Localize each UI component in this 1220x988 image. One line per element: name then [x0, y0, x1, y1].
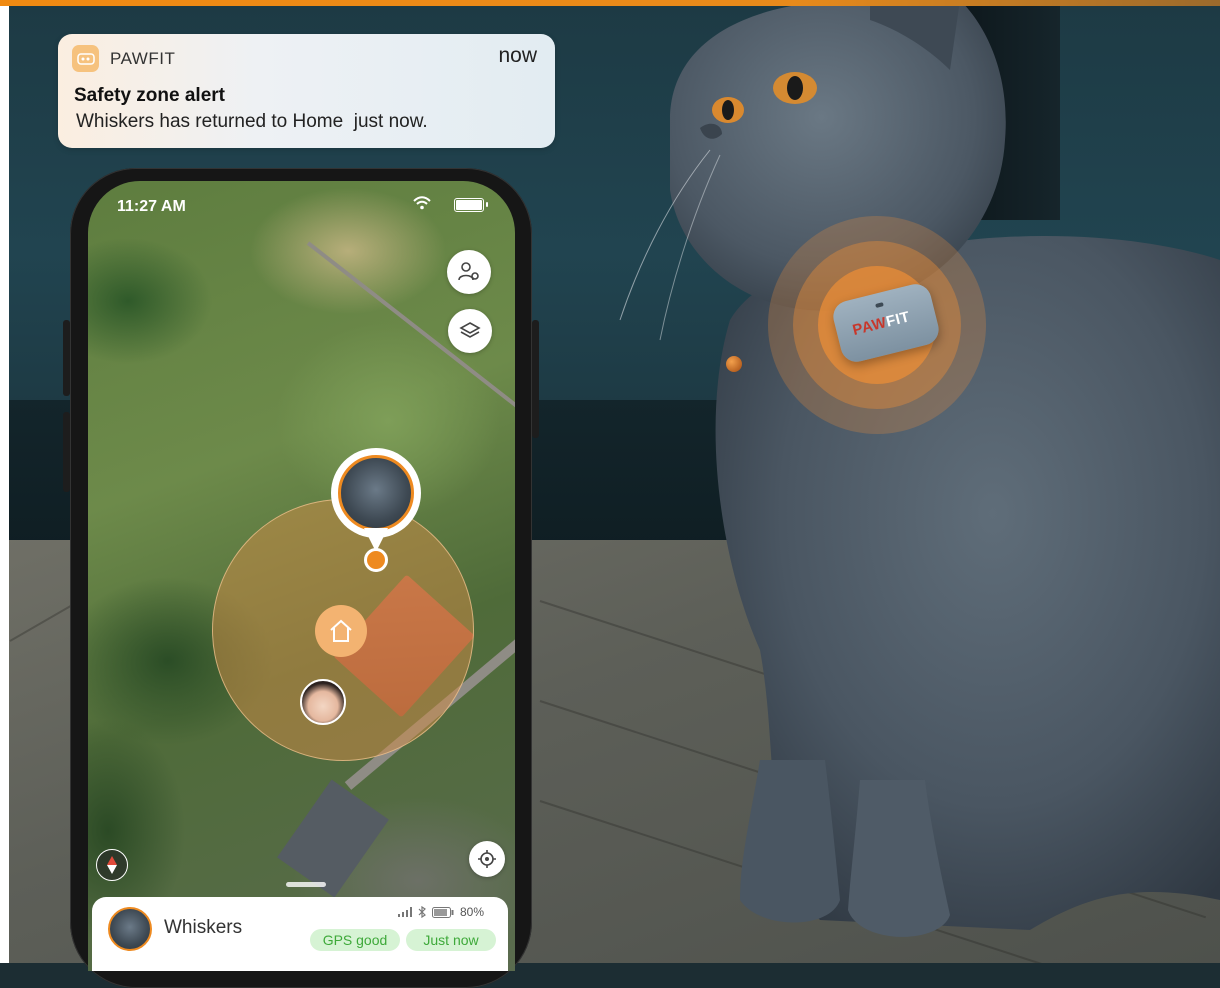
pet-location-pin[interactable] [331, 448, 421, 552]
cat-illustration [619, 0, 1220, 937]
tracker-brand-logo: PAWFIT [850, 308, 912, 339]
pet-info-card[interactable]: Whiskers 80% GPS good Just now [92, 897, 508, 971]
pawfit-app-icon [72, 45, 99, 72]
home-marker[interactable] [315, 605, 367, 657]
tracker-battery-percent: 80% [460, 905, 485, 919]
pet-position-dot [364, 548, 388, 572]
map-layers-button[interactable] [448, 309, 492, 353]
notification-time: now [498, 44, 537, 67]
battery-icon [454, 198, 488, 212]
power-button [532, 320, 539, 438]
pet-card-avatar [108, 907, 152, 951]
notification-title: Safety zone alert [74, 85, 225, 106]
family-location-button[interactable] [447, 250, 491, 294]
layers-icon [459, 322, 481, 338]
phone-screen: 11:27 AM Whiskers 80% GPS good Just now [88, 181, 515, 971]
volume-down-button [63, 412, 70, 492]
locate-me-button[interactable] [469, 841, 505, 877]
tracker-led [875, 302, 884, 308]
last-update-chip: Just now [406, 929, 496, 951]
user-avatar[interactable] [300, 679, 346, 725]
pet-avatar [338, 455, 414, 531]
family-location-icon [458, 262, 479, 281]
top-accent-bar [0, 0, 1220, 6]
signal-icon [398, 907, 412, 917]
tracker-battery-icon [432, 906, 454, 918]
collar-bell [726, 356, 742, 372]
volume-up-button [63, 320, 70, 396]
gps-status-chip: GPS good [310, 929, 400, 951]
notification-body: Whiskers has returned to Home just now. [76, 111, 428, 132]
bluetooth-icon [418, 906, 426, 918]
pet-name: Whiskers [164, 917, 243, 938]
compass-icon [107, 856, 117, 874]
home-indicator [286, 882, 326, 887]
locate-icon [478, 850, 496, 868]
left-border [0, 0, 9, 963]
compass-button[interactable] [96, 849, 128, 881]
home-icon [330, 619, 352, 642]
notification-app-name: PAWFIT [110, 49, 176, 68]
map-building [277, 779, 389, 898]
status-bar-time: 11:27 AM [117, 198, 186, 215]
device-stats: 80% [398, 905, 484, 919]
push-notification[interactable]: PAWFIT now Safety zone alert Whiskers ha… [58, 34, 555, 148]
wifi-icon [413, 196, 431, 210]
